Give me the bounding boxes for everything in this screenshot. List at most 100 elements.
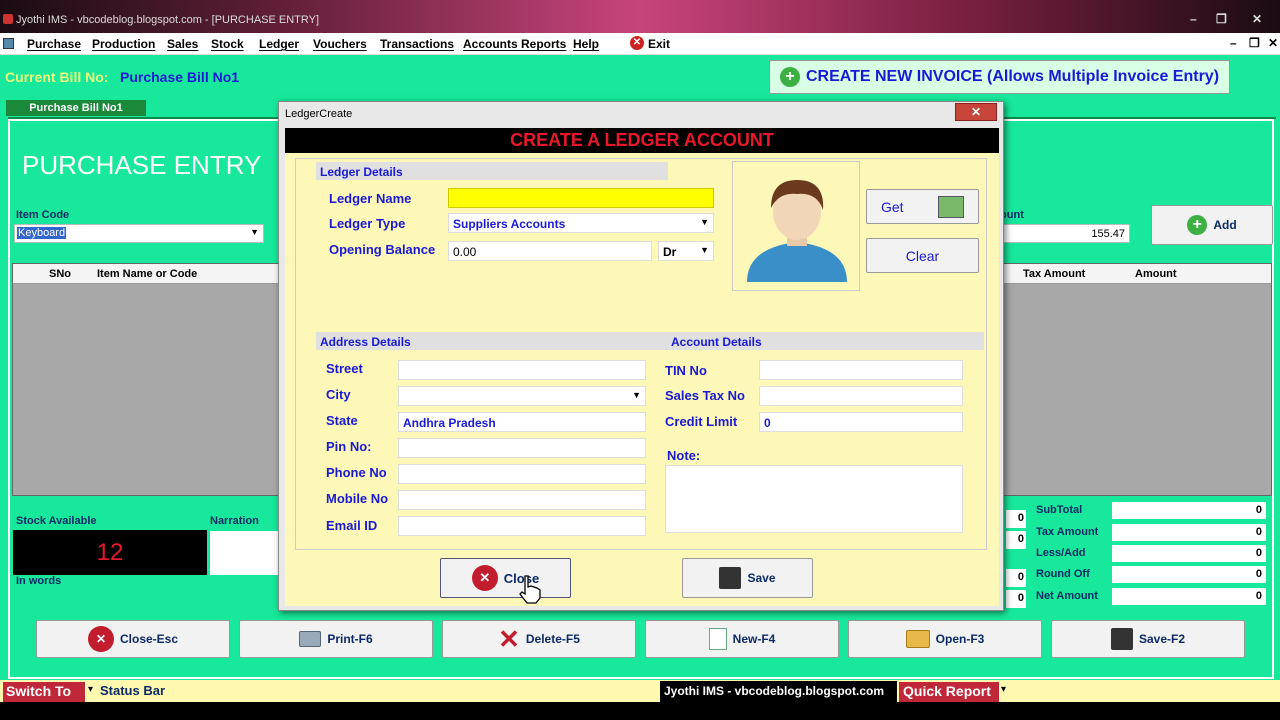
menu-help[interactable]: Help <box>573 37 599 51</box>
ledger-type-label: Ledger Type <box>329 216 406 231</box>
dialog-heading: CREATE A LEDGER ACCOUNT <box>285 128 999 153</box>
narration-label: Narration <box>210 515 259 527</box>
dialog-close-icon[interactable]: ✕ <box>955 103 997 121</box>
dialog-title: LedgerCreate <box>285 108 353 120</box>
item-code-value: Keyboard <box>17 227 67 239</box>
app-name-label: Jyothi IMS - vbcodeblog.blogspot.com <box>660 681 897 702</box>
street-input[interactable] <box>398 360 646 380</box>
add-button[interactable]: + Add <box>1151 205 1273 245</box>
round-off-label: Round Off <box>1036 568 1090 580</box>
net-amount-value: 0 <box>1112 588 1266 605</box>
delete-label: Delete-F5 <box>525 632 580 646</box>
mdi-close-icon[interactable]: ✕ <box>1268 36 1278 50</box>
menu-vouchers[interactable]: Vouchers <box>313 37 367 51</box>
opening-balance-input[interactable]: 0.00 <box>448 241 652 261</box>
switch-to-dropdown-icon[interactable]: ▾ <box>88 684 93 695</box>
opening-balance-label: Opening Balance <box>329 242 436 257</box>
mdi-minimize-icon[interactable]: – <box>1230 36 1237 50</box>
pin-input[interactable] <box>398 438 646 458</box>
round-off-value[interactable]: 0 <box>1112 566 1266 583</box>
subtotal-label: SubTotal <box>1036 504 1083 516</box>
quick-report-dropdown-icon[interactable]: ▾ <box>1001 684 1006 695</box>
status-text: Status Bar <box>100 683 166 698</box>
clear-image-button[interactable]: Clear <box>866 238 979 273</box>
item-code-combo[interactable]: Keyboard ▼ <box>14 224 264 243</box>
app-icon <box>3 14 13 24</box>
window-title: Jyothi IMS - vbcodeblog.blogspot.com - [… <box>16 14 320 26</box>
menu-production[interactable]: Production <box>92 37 155 51</box>
floppy-disk-icon <box>1110 628 1133 650</box>
mobile-input[interactable] <box>398 490 646 510</box>
mdi-child-icon[interactable] <box>3 38 14 49</box>
chevron-down-icon: ▼ <box>250 227 259 237</box>
open-button[interactable]: Open-F3 <box>848 620 1042 658</box>
tab-purchase-bill[interactable]: Purchase Bill No1 <box>6 100 146 116</box>
drcr-select[interactable]: Dr ▼ <box>658 241 714 261</box>
menu-accounts-reports[interactable]: Accounts Reports <box>463 37 566 51</box>
create-new-invoice-label: CREATE NEW INVOICE (Allows Multiple Invo… <box>805 68 1220 85</box>
get-label: Get <box>881 198 904 215</box>
dialog-save-label: Save <box>747 571 776 585</box>
delete-button[interactable]: ✕ Delete-F5 <box>442 620 636 658</box>
menu-ledger[interactable]: Ledger <box>259 37 299 51</box>
email-input[interactable] <box>398 516 646 536</box>
address-details-section: Address Details <box>320 335 411 349</box>
print-label: Print-F6 <box>327 632 373 646</box>
print-button[interactable]: Print-F6 <box>239 620 433 658</box>
menu-transactions[interactable]: Transactions <box>380 37 454 51</box>
mdi-restore-icon[interactable]: ❐ <box>1249 36 1260 50</box>
minimize-icon[interactable]: – <box>1190 12 1197 26</box>
ledger-type-value: Suppliers Accounts <box>453 217 566 231</box>
sales-tax-input[interactable] <box>759 386 963 406</box>
column-header-tax-amount[interactable]: Tax Amount <box>1023 268 1085 280</box>
menu-purchase[interactable]: Purchase <box>27 37 81 51</box>
get-image-button[interactable]: Get <box>866 189 979 224</box>
phone-input[interactable] <box>398 464 646 484</box>
menu-sales[interactable]: Sales <box>167 37 198 51</box>
open-folder-icon <box>905 630 930 648</box>
plus-icon: + <box>1187 215 1208 235</box>
chevron-down-icon: ▼ <box>700 217 709 227</box>
create-new-invoice-button[interactable]: + CREATE NEW INVOICE (Allows Multiple In… <box>769 60 1230 94</box>
state-label: State <box>326 413 358 428</box>
tin-input[interactable] <box>759 360 963 380</box>
save-button[interactable]: Save-F2 <box>1051 620 1245 658</box>
ledger-type-select[interactable]: Suppliers Accounts ▼ <box>448 213 714 233</box>
close-circle-icon: ✕ <box>471 565 498 591</box>
quick-report-button[interactable]: Quick Report <box>899 682 999 702</box>
note-textarea[interactable] <box>665 465 963 533</box>
tax-amount-label: Tax Amount <box>1036 526 1099 538</box>
column-header-item[interactable]: Item Name or Code <box>97 268 197 280</box>
column-header-amount[interactable]: Amount <box>1135 268 1177 280</box>
small-total-2: 0 <box>1006 569 1026 587</box>
close-esc-button[interactable]: ✕ Close-Esc <box>36 620 230 658</box>
dialog-close-button[interactable]: ✕ Close <box>440 558 571 598</box>
dialog-save-button[interactable]: Save <box>682 558 813 598</box>
new-label: New-F4 <box>732 632 776 646</box>
narration-field[interactable] <box>210 531 280 575</box>
column-header-sno[interactable]: SNo <box>49 268 71 280</box>
menu-bar: Purchase Production Sales Stock Ledger V… <box>0 33 1280 55</box>
menu-exit[interactable]: Exit <box>648 37 670 51</box>
hand-cursor-icon <box>519 575 541 604</box>
less-add-value[interactable]: 0 <box>1112 545 1266 562</box>
amount-field[interactable]: 155.47 <box>1000 224 1130 243</box>
close-window-icon[interactable]: ✕ <box>1252 12 1262 26</box>
floppy-disk-icon <box>719 567 742 589</box>
credit-limit-label: Credit Limit <box>665 414 738 429</box>
restore-icon[interactable]: ❐ <box>1216 12 1227 26</box>
small-total-0: 0 <box>1006 510 1026 528</box>
street-label: Street <box>326 361 363 376</box>
state-input[interactable]: Andhra Pradesh <box>398 412 646 432</box>
tin-label: TIN No <box>665 363 707 378</box>
switch-to-button[interactable]: Switch To <box>3 682 85 702</box>
in-words-label: In words <box>16 575 62 587</box>
exit-icon[interactable]: ✕ <box>630 36 644 50</box>
ledger-name-label: Ledger Name <box>329 191 412 206</box>
city-select[interactable]: ▼ <box>398 386 646 406</box>
menu-stock[interactable]: Stock <box>211 37 244 51</box>
ledger-name-input[interactable] <box>448 188 714 208</box>
close-circle-icon: ✕ <box>87 626 114 652</box>
credit-limit-input[interactable]: 0 <box>759 412 963 432</box>
new-button[interactable]: New-F4 <box>645 620 839 658</box>
